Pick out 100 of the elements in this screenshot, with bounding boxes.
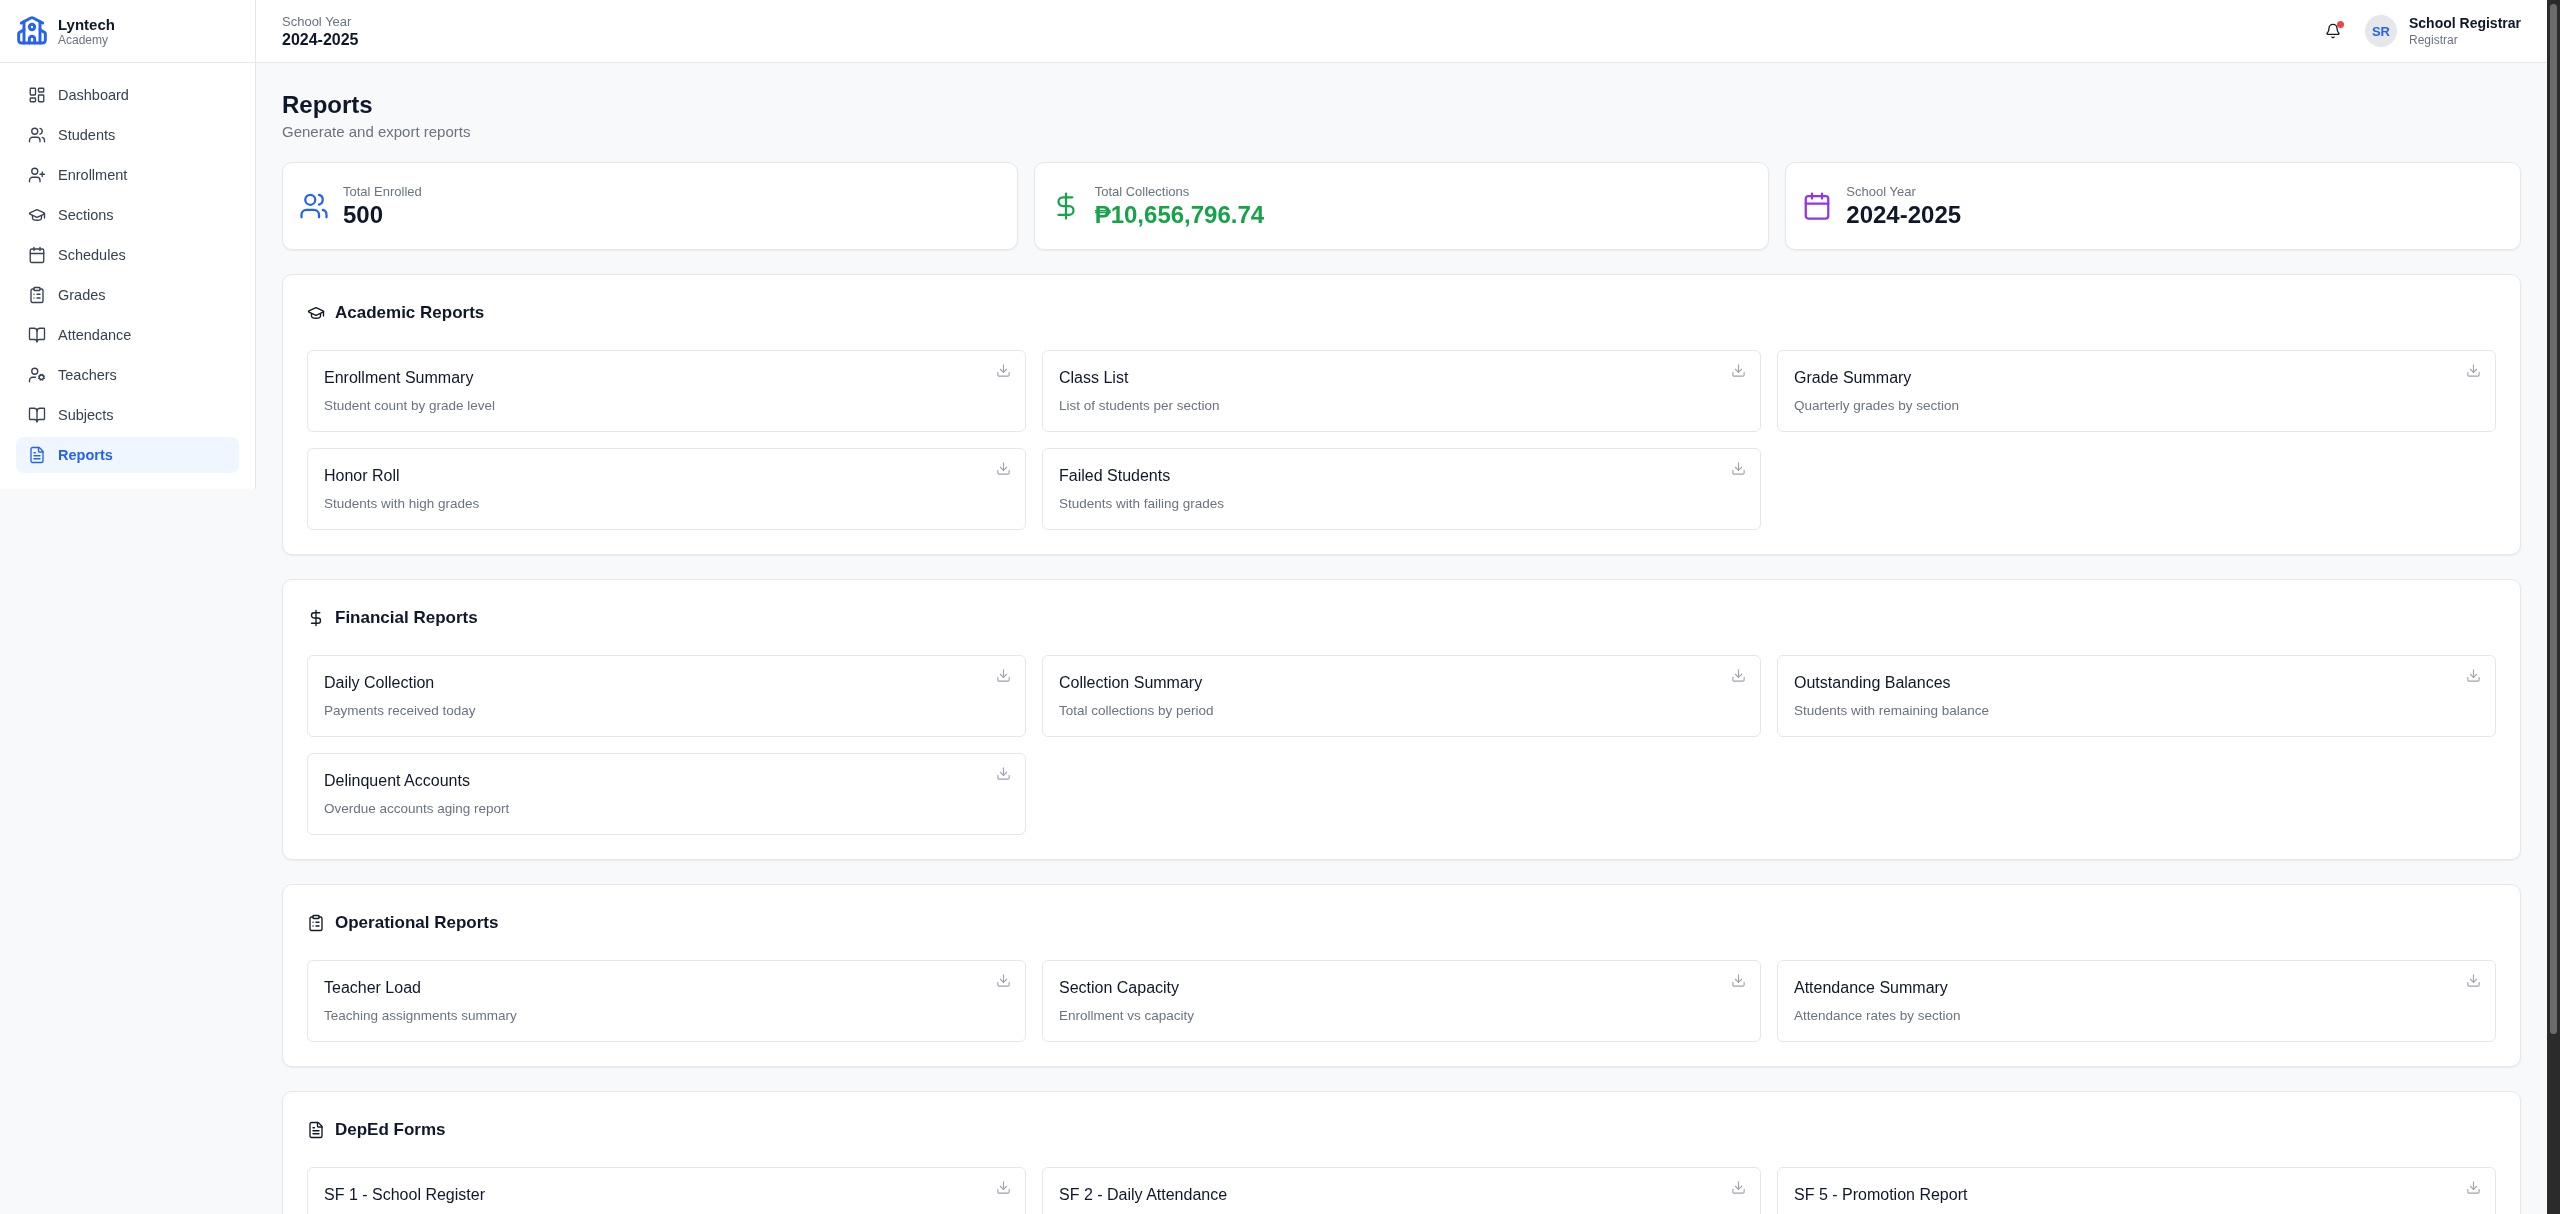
graduation-cap-icon	[307, 304, 325, 322]
section-title: Financial Reports	[335, 608, 478, 628]
stat-value: 2024-2025	[1846, 200, 1962, 229]
report-description: Students with high grades	[324, 496, 480, 511]
report-title: SF 5 - Promotion Report	[1794, 1186, 1968, 1204]
download-button[interactable]	[1731, 973, 1746, 988]
sidebar-item[interactable]: Teachers	[16, 357, 239, 393]
report-card[interactable]: Class List List of students per section	[1042, 350, 1761, 432]
report-title: Class List	[1059, 369, 1129, 387]
report-title: Teacher Load	[324, 979, 421, 997]
report-card[interactable]: SF 2 - Daily Attendance	[1042, 1167, 1761, 1214]
download-button[interactable]	[1731, 1180, 1746, 1195]
download-button[interactable]	[996, 766, 1011, 781]
report-title: Failed Students	[1059, 467, 1171, 485]
report-card[interactable]: Delinquent Accounts Overdue accounts aging report	[307, 753, 1026, 835]
stat-label: School Year	[1846, 183, 1917, 199]
download-button[interactable]	[996, 461, 1011, 476]
report-description: Payments received today	[324, 703, 476, 718]
report-description: Enrollment vs capacity	[1059, 1008, 1195, 1023]
report-description: Overdue accounts aging report	[324, 801, 510, 816]
report-title: Attendance Summary	[1794, 979, 1948, 997]
report-description: Attendance rates by section	[1794, 1008, 1961, 1023]
sidebar-item[interactable]: Dashboard	[16, 77, 239, 113]
sidebar-item[interactable]: Attendance	[16, 317, 239, 353]
report-title: SF 1 - School Register	[324, 1186, 485, 1204]
section-title: Operational Reports	[335, 913, 499, 933]
report-description: List of students per section	[1059, 398, 1220, 413]
school-year-value: 2024-2025	[282, 30, 359, 49]
stat-value: 500	[343, 200, 385, 229]
report-card[interactable]: Daily Collection Payments received today	[307, 655, 1026, 737]
report-card[interactable]: Honor Roll Students with high grades	[307, 448, 1026, 530]
report-card[interactable]: Failed Students Students with failing grades	[1042, 448, 1761, 530]
download-button[interactable]	[996, 668, 1011, 683]
user-gear-icon	[28, 366, 46, 384]
report-description: Quarterly grades by section	[1794, 398, 1960, 413]
stat-value: ₱10,656,796.74	[1094, 200, 1265, 229]
dashboard-icon	[28, 86, 46, 104]
report-card[interactable]: Section Capacity Enrollment vs capacity	[1042, 960, 1761, 1042]
report-title: Collection Summary	[1059, 674, 1203, 692]
download-button[interactable]	[1731, 668, 1746, 683]
report-title: Section Capacity	[1059, 979, 1180, 997]
report-card[interactable]: Attendance Summary Attendance rates by section	[1777, 960, 2496, 1042]
book-icon	[28, 326, 46, 344]
graduation-cap-icon	[28, 206, 46, 224]
download-button[interactable]	[996, 363, 1011, 378]
section-title: Academic Reports	[335, 303, 485, 323]
report-card[interactable]: SF 1 - School Register	[307, 1167, 1026, 1214]
report-description: Total collections by period	[1059, 703, 1214, 718]
report-card[interactable]: Enrollment Summary Student count by grade level	[307, 350, 1026, 432]
download-button[interactable]	[1731, 363, 1746, 378]
stat-label: Total Enrolled	[343, 183, 422, 199]
report-title: Honor Roll	[324, 467, 400, 485]
document-icon	[307, 1121, 325, 1139]
download-button[interactable]	[2466, 363, 2481, 378]
report-title: Delinquent Accounts	[324, 772, 470, 790]
book-icon	[28, 406, 46, 424]
report-card[interactable]: Collection Summary Total collections by period	[1042, 655, 1761, 737]
user-name: School Registrar	[2408, 15, 2521, 31]
document-icon	[28, 446, 46, 464]
report-title: Enrollment Summary	[324, 369, 474, 387]
sidebar-item[interactable]: Students	[16, 117, 239, 153]
download-button[interactable]	[2466, 668, 2481, 683]
report-card[interactable]: Grade Summary Quarterly grades by section	[1777, 350, 2496, 432]
brand-subtitle: Academy	[58, 32, 109, 47]
report-title: Grade Summary	[1794, 369, 1912, 387]
user-plus-icon	[28, 166, 46, 184]
report-card[interactable]: Teacher Load Teaching assignments summary	[307, 960, 1026, 1042]
section-title: DepEd Forms	[335, 1120, 446, 1140]
download-button[interactable]	[2466, 973, 2481, 988]
report-card[interactable]: Outstanding Balances Students with remaining balance	[1777, 655, 2496, 737]
user-avatar[interactable]: SR	[2364, 15, 2397, 47]
download-button[interactable]	[2466, 1180, 2481, 1195]
page-subtitle: Generate and export reports	[282, 123, 472, 140]
user-role: Registrar	[2408, 33, 2459, 47]
users-icon	[28, 126, 46, 144]
report-title: SF 2 - Daily Attendance	[1059, 1186, 1228, 1204]
sidebar-item[interactable]: Schedules	[16, 237, 239, 273]
sidebar-item[interactable]: Reports	[16, 437, 239, 473]
download-button[interactable]	[996, 973, 1011, 988]
page-title: Reports	[282, 91, 374, 119]
report-card[interactable]: SF 5 - Promotion Report	[1777, 1167, 2496, 1214]
sidebar-item[interactable]: Enrollment	[16, 157, 239, 193]
report-title: Daily Collection	[324, 674, 435, 692]
clipboard-icon	[307, 914, 325, 932]
report-description: Teaching assignments summary	[324, 1008, 517, 1023]
report-description: Students with remaining balance	[1794, 703, 1990, 718]
sidebar-item[interactable]: Grades	[16, 277, 239, 313]
report-title: Outstanding Balances	[1794, 674, 1951, 692]
download-button[interactable]	[996, 1180, 1011, 1195]
school-year-label: School Year	[282, 13, 353, 29]
scrollbar[interactable]	[2547, 0, 2560, 1214]
brand-name: Lyntech	[58, 15, 115, 33]
sidebar-item[interactable]: Subjects	[16, 397, 239, 433]
stat-label: Total Collections	[1094, 183, 1191, 199]
school-logo-icon	[16, 15, 48, 47]
sidebar-item[interactable]: Sections	[16, 197, 239, 233]
download-button[interactable]	[1731, 461, 1746, 476]
report-description: Students with failing grades	[1059, 496, 1225, 511]
clipboard-icon	[28, 286, 46, 304]
calendar-icon	[28, 246, 46, 264]
